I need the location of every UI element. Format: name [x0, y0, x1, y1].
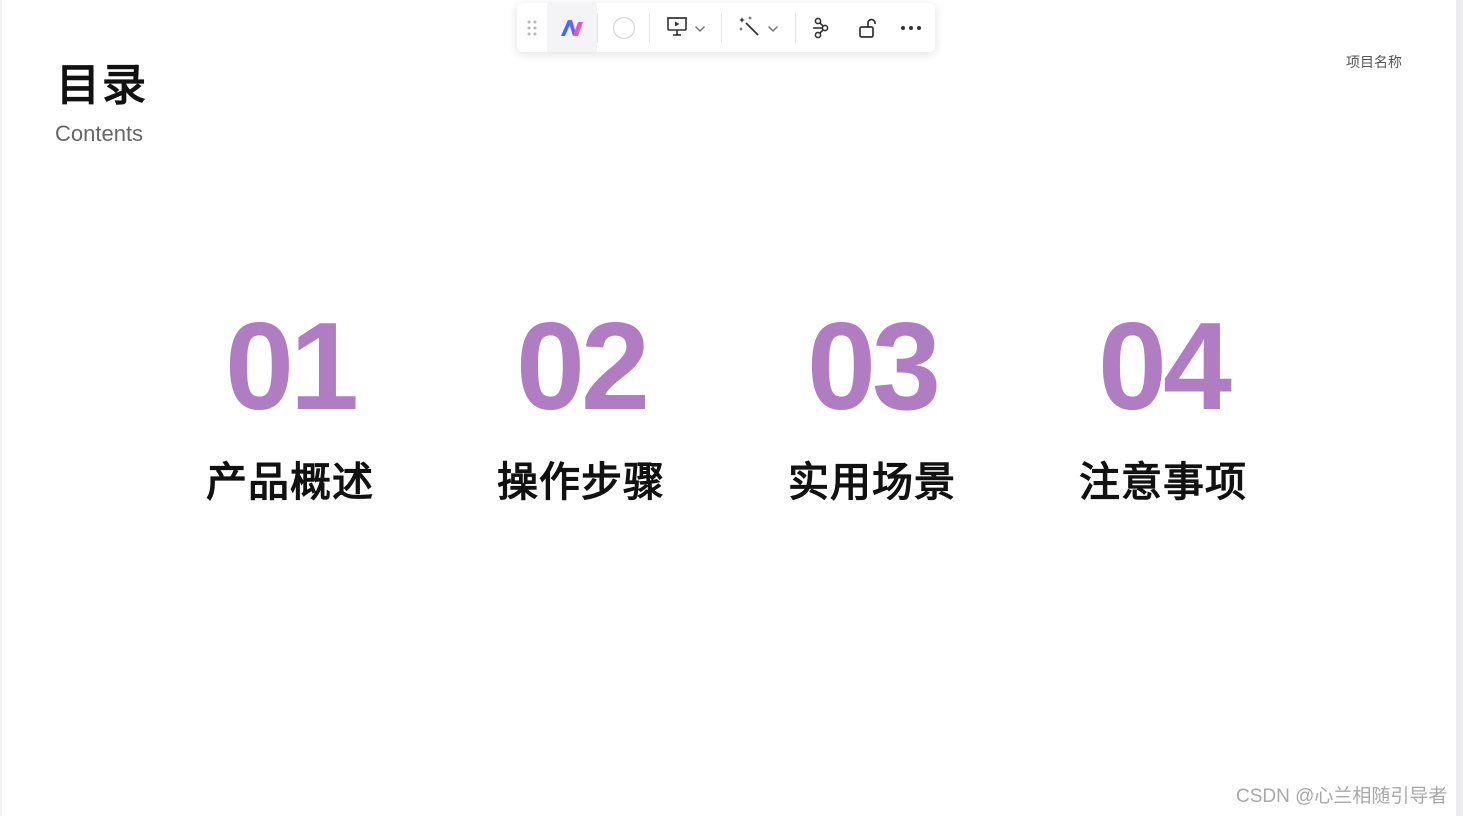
presentation-button[interactable]: [657, 3, 715, 52]
toc-label: 操作步骤: [497, 458, 665, 506]
project-name[interactable]: 项目名称: [1346, 54, 1402, 72]
magic-wand-icon: [737, 14, 761, 42]
color-circle-icon[interactable]: [601, 3, 647, 52]
toc-item-4[interactable]: 04 注意事项: [1033, 305, 1293, 507]
presentation-icon: [666, 15, 688, 41]
toc-item-3[interactable]: 03 实用场景: [742, 305, 1002, 507]
floating-toolbar: [517, 3, 935, 52]
toc-number: 01: [225, 298, 359, 436]
toolbar-divider: [721, 13, 722, 43]
more-icon[interactable]: [893, 3, 929, 52]
slide-subtitle[interactable]: Contents: [55, 120, 143, 148]
slide-canvas: 目录 Contents 项目名称 01 产品概述 02 操作步骤 03 实用场景…: [2, 0, 1456, 816]
canvas-edge: [1456, 0, 1463, 816]
watermark: CSDN @心兰相随引导者: [1236, 786, 1448, 807]
toc-label: 实用场景: [788, 458, 956, 506]
slide-title[interactable]: 目录: [56, 58, 148, 114]
chevron-down-icon: [767, 18, 779, 37]
toc-item-2[interactable]: 02 操作步骤: [451, 305, 711, 507]
magic-wand-button[interactable]: [729, 3, 787, 52]
ai-logo-icon[interactable]: [547, 3, 597, 52]
toc-number: 04: [1098, 298, 1232, 436]
share-nodes-icon[interactable]: [803, 3, 839, 52]
drag-handle-icon[interactable]: [521, 3, 543, 52]
chevron-down-icon: [694, 18, 706, 37]
toc-label: 注意事项: [1079, 458, 1247, 506]
toc-label: 产品概述: [206, 458, 374, 506]
toc-number: 02: [516, 298, 650, 436]
toc-item-1[interactable]: 01 产品概述: [160, 305, 420, 507]
toc-number: 03: [807, 298, 941, 436]
toolbar-divider: [597, 13, 598, 43]
unlock-icon[interactable]: [849, 3, 885, 52]
toolbar-divider: [795, 13, 796, 43]
toolbar-divider: [649, 13, 650, 43]
